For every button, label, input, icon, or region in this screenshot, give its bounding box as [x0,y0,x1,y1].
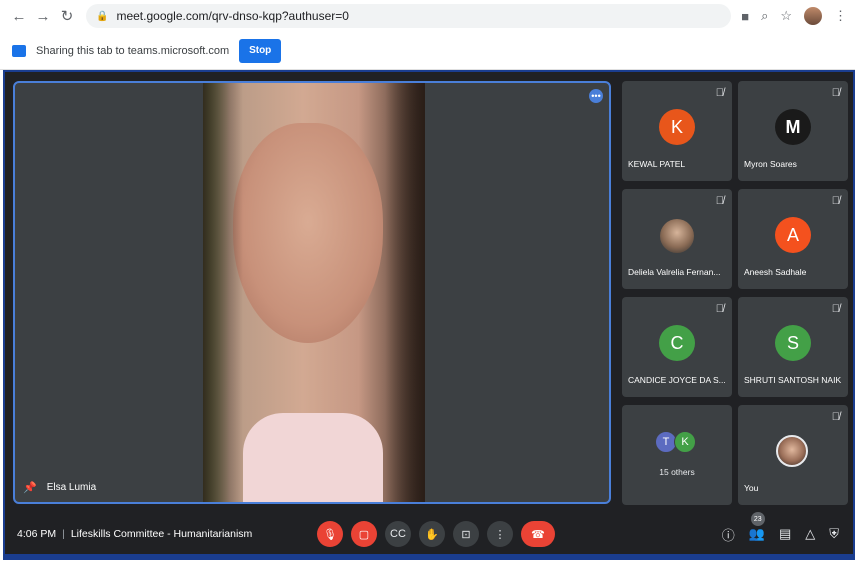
more-options-icon: ⋮ [494,528,506,541]
bookmark-star-icon[interactable]: ☆ [780,8,792,24]
mic-off-icon: 🎙 [323,528,337,541]
activities-icon[interactable]: △ [805,526,815,542]
separator: | [62,528,65,540]
captions-icon: CC [390,528,406,540]
others-avatars: T K [655,431,696,453]
avatar: K [674,431,696,453]
sharing-message: Sharing this tab to teams.microsoft.com [36,44,230,57]
more-options-button[interactable]: ⋮ [487,521,513,547]
lock-icon: 🔒 [96,10,109,22]
host-controls-icon[interactable]: ⛨ [829,526,839,542]
info-icon[interactable]: ⓘ [722,525,735,544]
participant-tile[interactable]: 🎙̸ K KEWAL PATEL [622,81,732,181]
chat-icon[interactable]: ▤ [779,526,791,542]
main-speaker-tile[interactable]: ••• 📌 Elsa Lumia [13,81,611,504]
meeting-time: 4:06 PM [17,528,57,540]
present-icon: ⊡ [461,528,471,541]
people-count-badge: 23 [750,512,765,526]
avatar: S [775,325,811,361]
end-call-icon: ☎ [531,528,545,541]
back-arrow-icon[interactable]: ← [8,5,30,27]
avatar: A [775,217,811,253]
side-panel-controls: ⓘ 23 👥 ▤ △ ⛨ [722,512,839,544]
mic-off-icon: 🎙̸ [831,195,840,207]
end-call-button[interactable]: ☎ [521,521,555,547]
reload-icon[interactable]: ↻ [56,5,78,27]
avatar: M [775,109,811,145]
speaker-name-label: 📌 Elsa Lumia [23,481,96,494]
participant-name: CANDICE JOYCE DA S... [628,375,726,385]
zoom-icon[interactable]: ⌕ [761,8,768,24]
mic-off-icon: 🎙̸ [831,303,840,315]
mic-off-icon: 🎙̸ [715,87,724,99]
toolbar-right: ■ ⌕ ☆ ⋮ [741,7,847,25]
participant-tile[interactable]: 🎙̸ Deliela Valrelia Fernan... [622,189,732,289]
mic-off-icon: 🎙̸ [831,411,840,423]
window-bottom-edge [0,563,855,570]
camera-indicator-icon[interactable]: ■ [741,9,749,24]
sharing-banner: Sharing this tab to teams.microsoft.com … [0,32,855,70]
browser-toolbar: ← → ↻ 🔒 meet.google.com/qrv-dnso-kqp?aut… [0,0,855,32]
meeting-details: 4:06 PM | Lifeskills Committee - Humanit… [17,528,252,540]
raise-hand-button[interactable]: ✋ [419,521,445,547]
self-tile[interactable]: 🎙̸ You [738,405,848,505]
others-count-label: 15 others [659,467,695,477]
avatar [776,435,808,467]
captions-button[interactable]: CC [385,521,411,547]
raise-hand-icon: ✋ [425,528,439,541]
speaker-name: Elsa Lumia [46,482,97,493]
meeting-title: Lifeskills Committee - Humanitarianism [70,528,253,540]
avatar: C [659,325,695,361]
participant-name: Myron Soares [744,159,797,169]
more-options-icon[interactable]: ••• [589,89,603,103]
participant-tile[interactable]: 🎙̸ M Myron Soares [738,81,848,181]
forward-arrow-icon[interactable]: → [32,5,54,27]
present-button[interactable]: ⊡ [453,521,479,547]
stop-sharing-button[interactable]: Stop [239,38,282,63]
call-controls: 🎙 ▢ CC ✋ ⊡ ⋮ ☎ [317,521,555,547]
participant-tile[interactable]: 🎙̸ S SHRUTI SANTOSH NAIK [738,297,848,397]
avatar: K [659,109,695,145]
participant-name: KEWAL PATEL [628,159,686,169]
address-bar[interactable]: 🔒 meet.google.com/qrv-dnso-kqp?authuser=… [86,4,732,28]
people-icon[interactable]: 23 👥 [749,512,765,542]
pin-icon[interactable]: 📌 [23,481,37,494]
browser-menu-icon[interactable]: ⋮ [834,8,847,24]
mic-off-icon: 🎙̸ [715,195,724,207]
participant-name: SHRUTI SANTOSH NAIK [744,375,842,385]
camera-off-button[interactable]: ▢ [351,521,377,547]
profile-avatar[interactable] [804,7,822,25]
mic-off-icon: 🎙̸ [831,87,840,99]
screen-share-icon [12,44,26,57]
participant-tile[interactable]: 🎙̸ C CANDICE JOYCE DA S... [622,297,732,397]
speaker-video [203,83,425,502]
participant-tile[interactable]: 🎙̸ A Aneesh Sadhale [738,189,848,289]
participant-name: Aneesh Sadhale [744,267,807,277]
participant-name: Deliela Valrelia Fernan... [628,267,721,277]
meeting-controls-bar: 4:06 PM | Lifeskills Committee - Humanit… [5,512,853,556]
others-tile[interactable]: T K 15 others [622,405,732,505]
meet-window: ••• 📌 Elsa Lumia 🎙̸ K KEWAL PATEL 🎙̸ M M… [3,70,855,560]
mic-off-icon: 🎙̸ [715,303,724,315]
url-text: meet.google.com/qrv-dnso-kqp?authuser=0 [116,9,349,23]
mic-off-button[interactable]: 🎙 [317,521,343,547]
avatar [660,219,694,253]
camera-off-icon: ▢ [358,528,370,541]
participant-name: You [744,483,759,493]
